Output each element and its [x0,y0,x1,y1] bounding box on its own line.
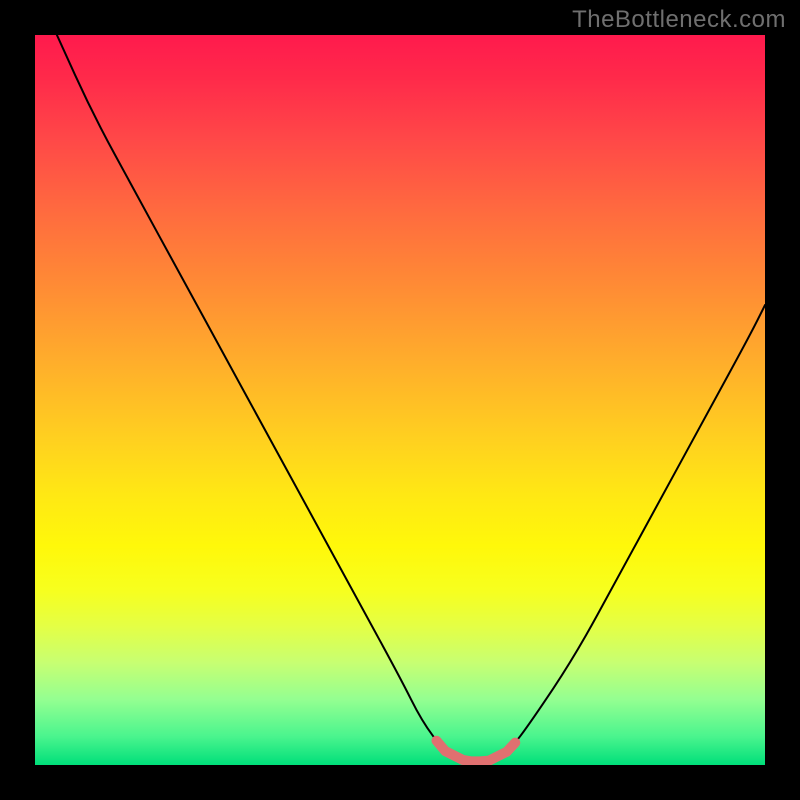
curve-svg [35,35,765,765]
watermark-text: TheBottleneck.com [572,6,786,34]
chart-frame: TheBottleneck.com [0,0,800,800]
bottleneck-curve-line [57,35,765,761]
plot-area [35,35,765,765]
floor-highlight-line [437,741,516,762]
